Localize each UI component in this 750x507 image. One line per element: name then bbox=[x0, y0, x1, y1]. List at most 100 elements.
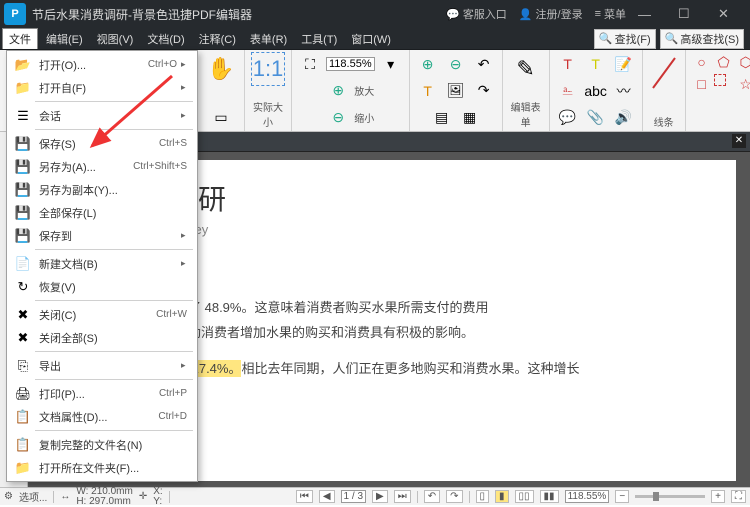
underline-icon[interactable]: ⎁ bbox=[556, 79, 580, 103]
advanced-find-button[interactable]: 🔍高级查找(S) bbox=[660, 29, 744, 49]
zoom-out-status[interactable]: − bbox=[615, 490, 629, 503]
menu-link[interactable]: ≡ 菜单 bbox=[595, 6, 626, 22]
menu-close[interactable]: ✖ 关闭(C) Ctrl+W bbox=[7, 303, 197, 326]
close-doc-icon: ✖ bbox=[13, 306, 33, 324]
layout-facing-icon[interactable]: ▯▯ bbox=[515, 490, 534, 503]
support-link[interactable]: 💬 客服入口 bbox=[446, 6, 507, 22]
textbox-icon[interactable]: T bbox=[556, 52, 580, 76]
menu-file[interactable]: 文件 bbox=[2, 28, 38, 49]
nav-fwd-button[interactable]: ↷ bbox=[446, 490, 462, 503]
zoom-slider[interactable] bbox=[635, 495, 705, 498]
square-icon[interactable]: □ bbox=[692, 74, 712, 94]
star-icon[interactable]: ☆ bbox=[736, 74, 750, 94]
menu-print[interactable]: 🖨 打印(P)... Ctrl+P bbox=[7, 382, 197, 405]
page-icon[interactable]: ▤ bbox=[430, 105, 454, 129]
minus-icon[interactable]: ⊖ bbox=[444, 52, 468, 76]
fit-page-icon[interactable]: 1:1 bbox=[251, 52, 285, 86]
note-icon[interactable]: 📝 bbox=[612, 52, 636, 76]
hexagon-icon[interactable]: ⬡ bbox=[736, 52, 750, 72]
zoom-value[interactable]: 118.55% bbox=[326, 57, 375, 71]
highlight-icon[interactable]: T bbox=[584, 52, 608, 76]
menu-save-all[interactable]: 💾 全部保存(L) bbox=[7, 201, 197, 224]
layers-icon[interactable]: ▦ bbox=[458, 105, 482, 129]
zoom-out-button[interactable]: ⊖ bbox=[326, 105, 350, 129]
select-tool[interactable]: ▭ bbox=[209, 105, 233, 129]
menu-document[interactable]: 文档(D) bbox=[141, 29, 190, 49]
print-icon: 🖨 bbox=[13, 385, 33, 403]
recover-icon: ↻ bbox=[13, 278, 33, 296]
attach-icon[interactable]: 📎 bbox=[584, 105, 608, 129]
menu-edit[interactable]: 编辑(E) bbox=[40, 29, 89, 49]
save-copy-icon: 💾 bbox=[13, 181, 33, 199]
lines-label: 线条 bbox=[654, 114, 674, 129]
zoom-dropdown[interactable]: ▾ bbox=[379, 52, 403, 76]
first-page-button[interactable]: ⏮ bbox=[296, 490, 313, 503]
layout-cont-icon[interactable]: ▮ bbox=[495, 490, 509, 503]
menu-save-as[interactable]: 💾 另存为(A)... Ctrl+Shift+S bbox=[7, 155, 197, 178]
next-page-button[interactable]: ▶ bbox=[372, 490, 388, 503]
session-icon: ☰ bbox=[13, 107, 33, 125]
menu-open[interactable]: 📂 打开(O)... Ctrl+O ▸ bbox=[7, 53, 197, 76]
options-link[interactable]: 选项... bbox=[19, 489, 47, 504]
menu-open-folder[interactable]: 📁 打开所在文件夹(F)... bbox=[7, 456, 197, 479]
menu-comment[interactable]: 注释(C) bbox=[193, 29, 242, 49]
menu-tools[interactable]: 工具(T) bbox=[295, 29, 343, 49]
close-button[interactable]: ✕ bbox=[718, 6, 746, 22]
menu-bar: 文件 编辑(E) 视图(V) 文档(D) 注释(C) 表单(R) 工具(T) 窗… bbox=[0, 28, 750, 50]
strike-icon[interactable]: abc bbox=[584, 79, 608, 103]
menu-window[interactable]: 窗口(W) bbox=[345, 29, 397, 49]
shapes-grid: ○ ⬠ ⬡ □ ☆ bbox=[692, 52, 750, 116]
menu-form[interactable]: 表单(R) bbox=[244, 29, 293, 49]
props-icon: 📋 bbox=[13, 408, 33, 426]
sound-icon[interactable]: 🔊 bbox=[612, 105, 636, 129]
nav-back-button[interactable]: ↶ bbox=[424, 490, 440, 503]
circle-icon[interactable]: ○ bbox=[692, 52, 712, 72]
image-edit-icon[interactable]: 🖼 bbox=[444, 79, 468, 103]
layout-book-icon[interactable]: ▮▮ bbox=[540, 490, 559, 503]
minimize-button[interactable]: — bbox=[638, 7, 666, 22]
save-to-icon: 💾 bbox=[13, 227, 33, 245]
menu-close-all[interactable]: ✖ 关闭全部(S) bbox=[7, 326, 197, 349]
rotate-right-icon[interactable]: ↷ bbox=[472, 79, 496, 103]
fit-width-icon[interactable]: ⛶ bbox=[298, 52, 322, 76]
prev-page-button[interactable]: ◀ bbox=[319, 490, 335, 503]
dashed-square-icon[interactable] bbox=[714, 74, 726, 86]
menu-session[interactable]: ☰ 会话 ▸ bbox=[7, 104, 197, 127]
menu-new-doc[interactable]: 📄 新建文档(B) ▸ bbox=[7, 252, 197, 275]
rotate-left-icon[interactable]: ↶ bbox=[472, 52, 496, 76]
menu-save[interactable]: 💾 保存(S) Ctrl+S bbox=[7, 132, 197, 155]
menu-doc-props[interactable]: 📋 文档属性(D)... Ctrl+D bbox=[7, 405, 197, 428]
edit-form-label: 编辑表单 bbox=[509, 99, 543, 129]
save-icon: 💾 bbox=[13, 135, 33, 153]
text-edit-icon[interactable]: T bbox=[416, 79, 440, 103]
layout-single-icon[interactable]: ▯ bbox=[476, 490, 490, 503]
menu-save-copy[interactable]: 💾 另存为副本(Y)... bbox=[7, 178, 197, 201]
zoom-in-status[interactable]: + bbox=[711, 490, 725, 503]
line-tool-icon[interactable] bbox=[649, 52, 679, 92]
maximize-button[interactable]: ☐ bbox=[678, 6, 706, 22]
status-zoom[interactable]: 118.55% bbox=[565, 490, 610, 503]
plus-icon[interactable]: ⊕ bbox=[416, 52, 440, 76]
folder-icon: 📁 bbox=[13, 79, 33, 97]
menu-export[interactable]: ⎘ 导出 ▸ bbox=[7, 354, 197, 377]
menu-save-to[interactable]: 💾 保存到 ▸ bbox=[7, 224, 197, 247]
squiggle-icon[interactable]: 〰 bbox=[612, 79, 636, 103]
status-bar: ⚙ 选项... ↔ W: 210.0mm H: 297.0mm ✛ X: Y: … bbox=[0, 487, 750, 505]
menu-copy-filename[interactable]: 📋 复制完整的文件名(N) bbox=[7, 433, 197, 456]
page-indicator[interactable]: 1 / 3 bbox=[341, 490, 366, 503]
find-button[interactable]: 🔍查找(F) bbox=[594, 29, 656, 49]
menu-open-from[interactable]: 📁 打开自(F) ▸ bbox=[7, 76, 197, 99]
hand-tool-icon[interactable]: ✋ bbox=[204, 52, 238, 86]
menu-view[interactable]: 视图(V) bbox=[91, 29, 140, 49]
pentagon-icon[interactable]: ⬠ bbox=[714, 52, 734, 72]
fit-icon[interactable]: ⛶ bbox=[731, 490, 746, 503]
callout-icon[interactable]: 💬 bbox=[556, 105, 580, 129]
edit-form-icon[interactable]: ✎ bbox=[509, 52, 543, 86]
tab-close-icon[interactable]: ✕ bbox=[732, 134, 746, 148]
login-link[interactable]: 👤 注册/登录 bbox=[519, 6, 583, 22]
last-page-button[interactable]: ⏭ bbox=[394, 490, 411, 503]
zoom-in-button[interactable]: ⊕ bbox=[326, 79, 350, 103]
menu-recover[interactable]: ↻ 恢复(V) bbox=[7, 275, 197, 298]
gear-icon[interactable]: ⚙ bbox=[4, 491, 13, 502]
page-size-icon: ↔ bbox=[60, 491, 70, 502]
